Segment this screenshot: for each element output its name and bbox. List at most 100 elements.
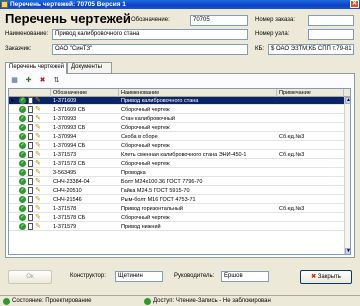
document-icon[interactable] bbox=[28, 178, 33, 185]
cell-name: Гайка М24.5 ГОСТ 5915-70 bbox=[121, 188, 190, 194]
table-row[interactable]: ✓ ✎ 1-371578 Привод горизонтальный Сб.ед.№3 bbox=[9, 205, 350, 213]
grid-icon[interactable]: ▦ bbox=[10, 76, 19, 85]
table-row[interactable]: ✓ ✎ 1-370993 Стан калибровочный bbox=[9, 115, 350, 123]
close-button-label: Закрыть bbox=[317, 274, 341, 280]
table-row[interactable]: ✓ ✎ СНЧ-21546 Рым-болт М16 ГОСТ 4753-71 bbox=[9, 196, 350, 204]
designation-field[interactable]: 70705 bbox=[190, 15, 248, 26]
status-ok-icon bbox=[3, 298, 10, 305]
edit-pencil-icon[interactable]: ✎ bbox=[35, 187, 43, 194]
name-field[interactable]: Привод калибровочного стана bbox=[52, 29, 248, 40]
constructor-label: Конструктор: bbox=[70, 273, 106, 279]
document-icon[interactable] bbox=[28, 205, 33, 212]
table-row[interactable]: ✓ ✎ 3-563495 Проводка bbox=[9, 169, 350, 177]
edit-pencil-icon[interactable]: ✎ bbox=[35, 196, 43, 203]
status-check-icon: ✓ bbox=[19, 223, 26, 230]
cell-designation: 1-370993 bbox=[53, 116, 77, 122]
edit-pencil-icon[interactable]: ✎ bbox=[35, 169, 43, 176]
edit-pencil-icon[interactable]: ✎ bbox=[35, 205, 43, 212]
cell-note bbox=[277, 142, 344, 150]
tab-drawings-list[interactable]: Перечень чертежей bbox=[5, 62, 67, 74]
edit-pencil-icon[interactable]: ✎ bbox=[35, 178, 43, 185]
table-row[interactable]: ✓ ✎ 1-371573 СБ Сборочный чертеж bbox=[9, 160, 350, 168]
table-row[interactable]: ✓ ✎ СНЧ-20510 Гайка М24.5 ГОСТ 5915-70 bbox=[9, 187, 350, 195]
edit-pencil-icon[interactable]: ✎ bbox=[35, 142, 43, 149]
row-pointer-icon bbox=[10, 214, 17, 222]
edit-pencil-icon[interactable]: ✎ bbox=[35, 106, 43, 113]
edit-pencil-icon[interactable]: ✎ bbox=[35, 214, 43, 221]
document-icon[interactable] bbox=[28, 169, 33, 176]
table-row[interactable]: ► ✓ ✎ 1-371609 Привод калибровочного стана bbox=[9, 97, 350, 105]
column-header-note[interactable]: Примечание bbox=[277, 89, 344, 97]
table-row[interactable]: ✓ ✎ 1-370993 СБ Сборочный чертеж bbox=[9, 124, 350, 132]
scroll-up-icon[interactable]: ▲ bbox=[345, 97, 350, 104]
cell-designation: 1-371578 bbox=[53, 206, 77, 212]
cell-name: Сборочный чертеж bbox=[121, 125, 170, 131]
node-no-field[interactable] bbox=[308, 29, 354, 40]
cell-name: Сборочный чертеж bbox=[121, 107, 170, 113]
document-icon[interactable] bbox=[28, 106, 33, 113]
document-icon[interactable] bbox=[28, 124, 33, 131]
cell-note bbox=[277, 178, 344, 186]
window-title-bar[interactable]: Перечень чертежей: 70705 Версия 1 ✕ bbox=[0, 0, 360, 9]
document-icon[interactable] bbox=[28, 142, 33, 149]
table-row[interactable]: ✓ ✎ 1-370994 СБ Сборочный чертеж bbox=[9, 142, 350, 150]
cell-note bbox=[277, 97, 344, 105]
table-row[interactable]: ✓ ✎ 1-371609 СБ Сборочный чертеж bbox=[9, 106, 350, 114]
table-row[interactable]: ✓ ✎ СНЧ-23384-04 Болт М24х100.36 ГОСТ 7796-… bbox=[9, 178, 350, 186]
move-icon[interactable]: ⇅ bbox=[52, 76, 61, 85]
table-row[interactable]: ✓ ✎ 1-371573 Клеть сменная калибровочного с… bbox=[9, 151, 350, 159]
customer-label: Заказчик: bbox=[5, 46, 32, 52]
kb-field[interactable]: $ ОАО ЭЗТМ;КБ СПП т.79-81 bbox=[268, 44, 354, 55]
add-row-icon[interactable]: ✚ bbox=[24, 76, 33, 85]
window-close-button[interactable]: ✕ bbox=[350, 0, 359, 8]
ok-button[interactable]: Ок bbox=[8, 270, 52, 284]
edit-pencil-icon[interactable]: ✎ bbox=[35, 124, 43, 131]
cell-note bbox=[277, 169, 344, 177]
cell-note bbox=[277, 196, 344, 204]
table-row[interactable]: ✓ ✎ 1-371578 СБ Сборочный чертеж bbox=[9, 214, 350, 222]
edit-pencil-icon[interactable]: ✎ bbox=[35, 115, 43, 122]
scroll-down-icon[interactable]: ▼ bbox=[345, 248, 350, 254]
document-icon[interactable] bbox=[28, 214, 33, 221]
status-bar: Состояние: Проектирование Доступ: Чтение… bbox=[0, 295, 360, 306]
document-icon[interactable] bbox=[28, 223, 33, 230]
cell-designation: 1-371579 bbox=[53, 224, 77, 230]
tab-documents[interactable]: Документы bbox=[67, 62, 112, 73]
drawings-table[interactable]: Обозначение Наименование Примечание ► ✓ ✎ 1… bbox=[8, 88, 351, 255]
edit-pencil-icon[interactable]: ✎ bbox=[35, 151, 43, 158]
document-icon[interactable] bbox=[28, 187, 33, 194]
document-icon[interactable] bbox=[28, 133, 33, 140]
row-pointer-icon bbox=[10, 169, 17, 177]
cell-name: Клеть сменная калибровочного стана ЭНИ-4… bbox=[121, 152, 247, 158]
close-button[interactable]: ✖ Закрыть bbox=[300, 270, 352, 284]
edit-pencil-icon[interactable]: ✎ bbox=[35, 97, 43, 104]
row-pointer-icon bbox=[10, 187, 17, 195]
cell-name: Привод нижний bbox=[121, 224, 161, 230]
status-check-icon: ✓ bbox=[19, 187, 26, 194]
column-header-designation[interactable]: Обозначение bbox=[51, 89, 119, 97]
constructor-field[interactable]: Щетинин bbox=[115, 271, 163, 282]
cell-note: Сб.ед.№3 bbox=[279, 134, 305, 140]
delete-row-icon[interactable]: ✖ bbox=[38, 76, 47, 85]
row-pointer-icon bbox=[10, 205, 17, 213]
document-icon[interactable] bbox=[28, 196, 33, 203]
customer-field[interactable]: ОАО "СинТЗ" bbox=[52, 44, 248, 55]
page-title: Перечень чертежей bbox=[5, 11, 131, 26]
document-icon[interactable] bbox=[28, 160, 33, 167]
order-no-field[interactable] bbox=[308, 15, 354, 26]
document-icon[interactable] bbox=[28, 97, 33, 104]
document-icon[interactable] bbox=[28, 115, 33, 122]
manager-field[interactable]: Ершов bbox=[221, 271, 269, 282]
vertical-scrollbar[interactable]: ▲ ▼ bbox=[344, 97, 350, 254]
cell-designation: 1-370993 СБ bbox=[53, 125, 86, 131]
document-icon[interactable] bbox=[28, 151, 33, 158]
table-row[interactable]: ✓ ✎ 1-370994 Скоба в сборе Сб.ед.№3 bbox=[9, 133, 350, 141]
edit-pencil-icon[interactable]: ✎ bbox=[35, 223, 43, 230]
cell-note bbox=[277, 223, 344, 231]
edit-pencil-icon[interactable]: ✎ bbox=[35, 133, 43, 140]
edit-pencil-icon[interactable]: ✎ bbox=[35, 160, 43, 167]
cell-name: Проводка bbox=[121, 170, 146, 176]
table-row[interactable]: ✓ ✎ 1-371579 Привод нижний bbox=[9, 223, 350, 231]
column-header-name[interactable]: Наименование bbox=[119, 89, 277, 97]
cell-designation: 1-371609 СБ bbox=[53, 107, 86, 113]
